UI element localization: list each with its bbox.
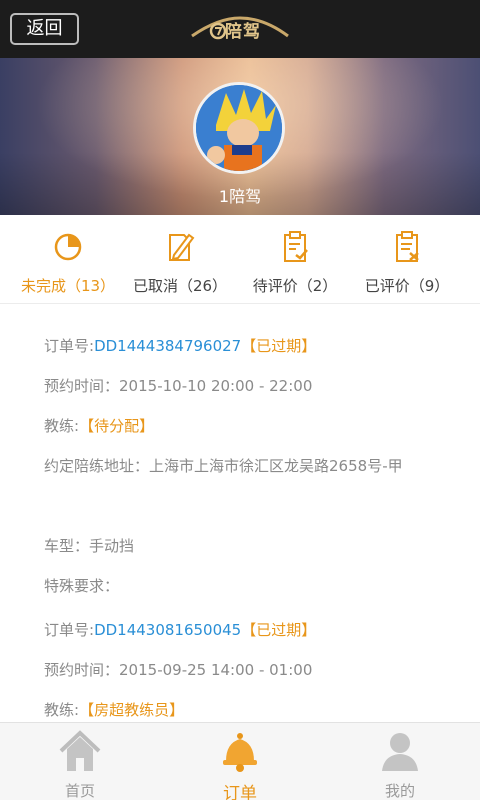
- order-id[interactable]: DD1443081650045: [94, 621, 241, 639]
- order-stats: 未完成（13） 已取消（26） 待评价（2） 已评价（9）: [0, 215, 480, 303]
- coach-label: 教练:: [44, 417, 80, 435]
- clipboard-done-icon: [396, 231, 419, 262]
- order-id[interactable]: DD1444384796027: [94, 337, 241, 355]
- clipboard-check-icon: [284, 231, 308, 262]
- car-type-value: 手动挡: [89, 537, 135, 555]
- appointment-time-label: 预约时间：: [44, 377, 120, 395]
- coach-label: 教练:: [44, 701, 80, 719]
- tab-profile-label: 我的: [384, 782, 415, 800]
- tab-orders-label: 订单: [223, 784, 257, 800]
- appointment-time: 2015-09-25 14:00 - 01:00: [119, 661, 313, 679]
- order-card[interactable]: 订单号:DD1444384796027【已过期】 预约时间：2015-10-10…: [44, 336, 464, 616]
- stat-label-cancelled: 已取消（26）: [132, 277, 228, 295]
- stat-reviewed[interactable]: 已评价（9）: [347, 215, 467, 303]
- home-icon: [59, 730, 101, 771]
- stat-label-reviewed: 已评价（9）: [364, 277, 450, 295]
- stat-unfinished[interactable]: 未完成（13）: [8, 215, 128, 303]
- bell-icon: [223, 733, 257, 772]
- stat-cancelled[interactable]: 已取消（26）: [120, 215, 240, 303]
- tab-home[interactable]: 首页: [0, 723, 160, 800]
- car-type-label: 车型：: [44, 537, 90, 555]
- bottom-tab-bar: 首页 订单 我的: [0, 722, 480, 800]
- logo-text: 陪驾: [225, 22, 261, 42]
- appointment-time-row: 预约时间：2015-10-10 20:00 - 22:00: [44, 376, 464, 416]
- edit-document-icon: [169, 233, 195, 261]
- tab-profile[interactable]: 我的: [320, 723, 480, 800]
- back-button[interactable]: 返回: [10, 13, 79, 45]
- coach-value: 【待分配】: [79, 417, 155, 435]
- order-status: 【已过期】: [241, 337, 317, 355]
- address-row: 约定陪练地址：上海市上海市徐汇区龙吴路2658号-甲: [44, 446, 464, 526]
- appointment-time-label: 预约时间：: [44, 661, 120, 679]
- order-number-row: 订单号:DD1444384796027【已过期】: [44, 336, 464, 376]
- top-bar: 返回 陪驾: [0, 0, 480, 58]
- tab-home-label: 首页: [64, 782, 95, 800]
- divider: [0, 303, 480, 304]
- order-number-label: 订单号:: [44, 337, 95, 355]
- appointment-time: 2015-10-10 20:00 - 22:00: [119, 377, 313, 395]
- special-request-label: 特殊要求：: [44, 577, 120, 595]
- stat-pending-review[interactable]: 待评价（2）: [235, 215, 355, 303]
- order-number-row: 订单号:DD1443081650045【已过期】: [44, 620, 464, 660]
- stat-label-pending-review: 待评价（2）: [252, 277, 338, 295]
- user-icon: [382, 733, 418, 771]
- address-label: 约定陪练地址：: [44, 457, 150, 475]
- car-type-row: 车型：手动挡: [44, 536, 464, 576]
- special-request-row: 特殊要求：: [44, 576, 464, 616]
- user-name: 1陪驾: [218, 187, 262, 206]
- avatar[interactable]: [193, 82, 285, 174]
- appointment-time-row: 预约时间：2015-09-25 14:00 - 01:00: [44, 660, 464, 700]
- order-number-label: 订单号:: [44, 621, 95, 639]
- tab-orders[interactable]: 订单: [160, 723, 320, 800]
- address-value: 上海市上海市徐汇区龙吴路2658号-甲: [149, 457, 403, 475]
- order-status: 【已过期】: [241, 621, 317, 639]
- coach-value: 【房超教练员】: [79, 701, 185, 719]
- stat-label-unfinished: 未完成（13）: [20, 277, 116, 295]
- pie-chart-icon: [54, 233, 82, 261]
